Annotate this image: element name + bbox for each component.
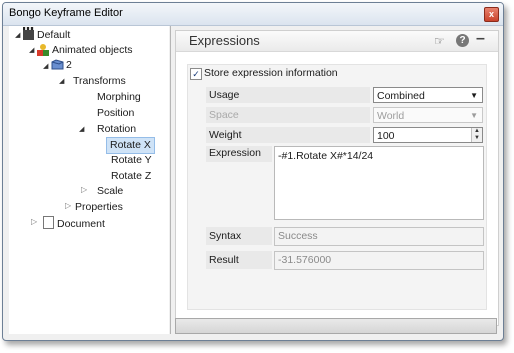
object-icon xyxy=(51,59,64,70)
object-tree: ◢ Default ◢ Animated objects ◢ 2 ◢ Trans… xyxy=(9,26,169,334)
usage-value: Combined xyxy=(377,90,425,102)
tree-item-label: Transforms xyxy=(73,75,126,87)
window-title: Bongo Keyframe Editor xyxy=(9,7,123,19)
expand-arrow-icon[interactable]: ▷ xyxy=(65,201,71,210)
result-value: -31.576000 xyxy=(278,254,332,266)
chevron-down-icon: ▼ xyxy=(470,111,478,120)
result-field: -31.576000 xyxy=(274,251,484,270)
collapse-arrow-icon[interactable]: ◢ xyxy=(59,77,64,85)
weight-value: 100 xyxy=(377,130,395,142)
tree-item-document[interactable]: Document xyxy=(43,216,105,231)
close-button[interactable]: x xyxy=(484,7,499,22)
tree-item-default[interactable]: Default xyxy=(23,27,71,43)
status-bar xyxy=(175,318,497,334)
syntax-field: Success xyxy=(274,227,484,246)
splitter[interactable] xyxy=(170,26,171,334)
tree-item-label: Rotate Y xyxy=(111,154,152,166)
panel-header: Expressions ☞ ? – xyxy=(176,30,498,52)
usage-select[interactable]: Combined ▼ xyxy=(373,87,483,103)
tree-item-label: Properties xyxy=(75,201,123,213)
tree-item-object-2[interactable]: 2 xyxy=(51,58,72,73)
tree-item-rotate-x[interactable]: Rotate X xyxy=(106,137,155,154)
result-label: Result xyxy=(209,254,239,266)
keyframe-editor-window: Bongo Keyframe Editor x ◢ Default ◢ Anim… xyxy=(2,2,504,341)
minimize-icon[interactable]: – xyxy=(476,30,485,48)
tree-item-rotation[interactable]: Rotation xyxy=(97,122,136,137)
tree-item-position[interactable]: Position xyxy=(97,106,134,121)
expand-arrow-icon[interactable]: ▷ xyxy=(81,185,87,194)
expression-label: Expression xyxy=(209,147,261,159)
tree-item-rotate-y[interactable]: Rotate Y xyxy=(111,153,152,168)
weight-stepper[interactable]: 100 ▲ ▼ xyxy=(373,127,483,143)
space-label: Space xyxy=(209,109,239,121)
store-expression-checkbox[interactable]: ✓ xyxy=(190,68,202,80)
collapse-arrow-icon[interactable]: ◢ xyxy=(79,125,84,133)
tree-item-label: Document xyxy=(57,218,105,230)
collapse-arrow-icon[interactable]: ◢ xyxy=(43,62,48,70)
expression-textarea[interactable]: -#1.Rotate X#*14/24 xyxy=(274,146,484,220)
usage-label: Usage xyxy=(209,89,240,101)
collapse-arrow-icon[interactable]: ◢ xyxy=(15,31,20,39)
space-select[interactable]: World ▼ xyxy=(373,107,483,123)
tree-item-label: Rotate Z xyxy=(111,170,152,182)
expressions-panel: Expressions ☞ ? – ✓ Store expression inf… xyxy=(175,30,499,326)
tree-item-properties[interactable]: Properties xyxy=(75,200,123,215)
expression-settings: ✓ Store expression information Usage Com… xyxy=(187,64,487,310)
tree-item-label: Animated objects xyxy=(52,44,133,56)
pin-icon[interactable]: ☞ xyxy=(434,34,445,48)
tree-item-label: 2 xyxy=(66,59,72,71)
tree-item-label: Rotation xyxy=(97,123,137,135)
tree-item-rotate-z[interactable]: Rotate Z xyxy=(111,169,151,184)
tree-item-label: Default xyxy=(37,29,71,41)
expand-arrow-icon[interactable]: ▷ xyxy=(31,217,37,226)
title-bar[interactable]: Bongo Keyframe Editor x xyxy=(3,3,503,26)
tree-item-scale[interactable]: Scale xyxy=(97,184,123,199)
weight-label: Weight xyxy=(209,129,242,141)
spinner-arrows-icon[interactable]: ▲ ▼ xyxy=(471,128,482,142)
expression-text: -#1.Rotate X#*14/24 xyxy=(278,150,374,162)
tree-item-label: Position xyxy=(97,107,135,119)
tree-item-label: Scale xyxy=(97,185,124,197)
store-expression-label: Store expression information xyxy=(204,67,338,79)
help-icon[interactable]: ? xyxy=(456,34,469,47)
tree-item-label: Rotate X xyxy=(110,139,151,151)
tree-item-animated-objects[interactable]: Animated objects xyxy=(37,43,133,58)
tree-item-transforms[interactable]: Transforms xyxy=(73,74,126,89)
space-value: World xyxy=(377,110,405,122)
tree-item-label: Morphing xyxy=(97,91,141,103)
syntax-value: Success xyxy=(278,230,318,242)
clapper-icon xyxy=(23,27,34,40)
animated-objects-icon xyxy=(37,44,49,56)
panel-title: Expressions xyxy=(189,33,260,48)
tree-item-morphing[interactable]: Morphing xyxy=(97,90,141,105)
syntax-label: Syntax xyxy=(209,230,242,242)
collapse-arrow-icon[interactable]: ◢ xyxy=(29,46,34,54)
chevron-down-icon: ▼ xyxy=(470,91,478,100)
document-icon xyxy=(43,216,54,229)
close-icon: x xyxy=(488,9,494,19)
